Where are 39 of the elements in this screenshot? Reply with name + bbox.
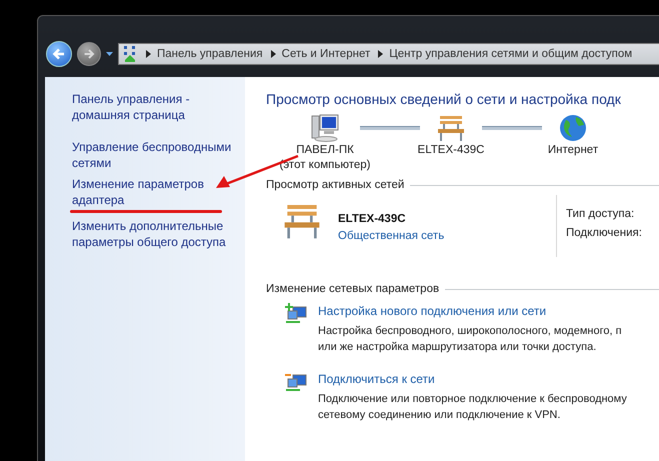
breadcrumb-item[interactable]: Сеть и Интернет xyxy=(282,48,370,60)
sidebar-link[interactable]: Управление беспроводными сетями xyxy=(72,139,245,171)
sidebar-link[interactable]: Панель управления - домашняя страница xyxy=(72,91,245,123)
page-title: Просмотр основных сведений о сети и настройка подк xyxy=(266,91,622,107)
chevron-icon xyxy=(378,50,384,58)
connect-network-icon xyxy=(284,371,308,393)
task-description: или же настройка маршрутизатора или точки доступа. xyxy=(318,340,598,355)
dropdown-caret-icon[interactable] xyxy=(106,52,113,56)
node-label: ПАВЕЛ-ПК xyxy=(296,143,354,158)
chevron-icon xyxy=(270,50,276,58)
breadcrumb-item[interactable]: Центр управления сетями и общим доступом xyxy=(389,48,632,60)
task-description: Подключение или повторное подключение к беспроводному xyxy=(318,392,627,407)
address-bar[interactable]: Панель управления Сеть и Интернет Центр управления сетями и общим доступом xyxy=(118,43,659,65)
section-heading: Изменение сетевых параметров xyxy=(266,283,440,295)
section-heading: Просмотр активных сетей xyxy=(266,179,404,191)
back-arrow-icon xyxy=(51,46,67,62)
network-type-link[interactable]: Общественная сеть xyxy=(338,228,556,245)
computer-icon xyxy=(310,113,340,143)
task-description: Настройка беспроводного, широкополосного, модемного, п xyxy=(318,324,622,339)
task-link[interactable]: Настройка нового подключения или сети xyxy=(318,303,622,319)
network-name: ELTEX-439C xyxy=(338,212,407,227)
node-label: Интернет xyxy=(548,143,598,158)
forward-button[interactable] xyxy=(77,42,101,66)
node-label: ELTEX-439C xyxy=(418,143,484,158)
task-link[interactable]: Подключиться к сети xyxy=(318,371,627,387)
property-label: Тип доступа: xyxy=(566,207,636,222)
property-label: Подключения: xyxy=(566,226,642,241)
sidebar-link[interactable]: Изменение параметров адаптера xyxy=(72,176,245,208)
back-button[interactable] xyxy=(46,41,72,67)
bench-icon xyxy=(436,113,466,143)
forward-arrow-icon xyxy=(82,47,96,61)
network-icon xyxy=(122,45,138,63)
globe-icon xyxy=(558,113,588,143)
node-sublabel: (этот компьютер) xyxy=(279,158,370,173)
sidebar-link[interactable]: Изменить дополнительные параметры общего доступа xyxy=(72,218,245,250)
breadcrumb-item[interactable]: Панель управления xyxy=(157,48,263,60)
task-description: сетевому соединению или подключение к VPN. xyxy=(318,408,562,423)
chevron-icon xyxy=(146,50,151,58)
new-connection-icon xyxy=(284,303,308,325)
